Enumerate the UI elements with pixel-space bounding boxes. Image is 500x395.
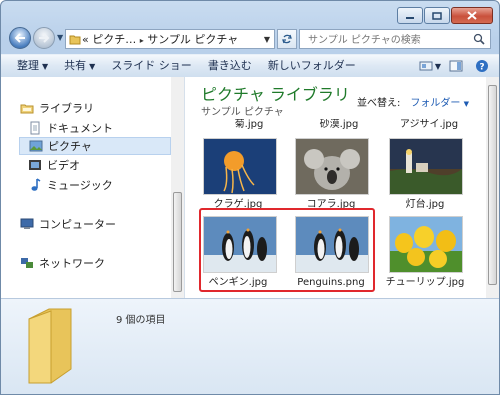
change-view-button[interactable]: ▼ [419, 57, 441, 75]
nav-network[interactable]: ネットワーク [19, 254, 189, 272]
forward-button[interactable] [33, 27, 55, 49]
command-bar: 整理 ▼ 共有 ▼ スライド ショー 書き込む 新しいフォルダー ▼ ? [1, 54, 499, 78]
nav-computer[interactable]: コンピューター [19, 215, 189, 233]
minimize-button[interactable] [397, 7, 423, 24]
pictures-icon [28, 139, 44, 153]
documents-icon [27, 121, 43, 135]
koala-thumbnail[interactable] [295, 138, 369, 195]
file-name-desert[interactable]: 砂漠.jpg [291, 119, 387, 129]
library-icon [19, 101, 35, 115]
content-scrollbar[interactable] [486, 77, 499, 298]
preview-pane-icon [449, 60, 463, 72]
recent-pages-arrow[interactable]: ▼ [57, 33, 63, 42]
minimize-icon [406, 16, 414, 19]
explorer-window: ▼ « ピクチ… ▸ サンプル ピクチャ ▼ 整理▼ 共有▼ スライド ショー … [0, 0, 500, 395]
nav-scrollbar-thumb[interactable] [173, 192, 182, 292]
search-box[interactable] [299, 29, 491, 49]
close-icon [467, 11, 477, 20]
folder-icon [69, 35, 81, 45]
organize-menu[interactable]: 整理 ▼ [9, 55, 56, 77]
slideshow-button[interactable]: スライド ショー [103, 55, 200, 77]
item-count: 9 個の項目 [116, 315, 166, 326]
maximize-button[interactable] [424, 7, 450, 24]
breadcrumb-pictures[interactable]: ピクチ… [92, 33, 136, 46]
close-button[interactable] [451, 7, 493, 24]
maximize-icon [432, 11, 442, 20]
address-dropdown-arrow[interactable]: ▼ [264, 35, 270, 44]
preview-pane-button[interactable] [445, 57, 467, 75]
new-folder-button[interactable]: 新しいフォルダー [260, 55, 364, 77]
search-icon [473, 33, 485, 45]
address-bar-row: ▼ « ピクチ… ▸ サンプル ピクチャ ▼ [1, 27, 499, 53]
dropdown-arrow-icon: ▼ [463, 100, 469, 108]
svg-text:?: ? [479, 63, 484, 73]
dropdown-arrow-icon: ▼ [434, 61, 441, 71]
library-subtitle: サンプル ピクチャ [201, 107, 284, 118]
selection-highlight [199, 208, 375, 292]
tulips-thumbnail[interactable] [389, 216, 463, 273]
file-list-pane: ピクチャ ライブラリ サンプル ピクチャ 並べ替え: フォルダー ▼ 菊.jpg … [185, 77, 499, 298]
help-icon: ? [476, 60, 488, 73]
navigation-pane: ライブラリ ドキュメント ピクチャ ビデオ ミュージック コンピューター ネット… [1, 77, 185, 298]
file-name-hydrangeas[interactable]: アジサイ.jpg [381, 119, 477, 129]
refresh-icon [282, 34, 292, 44]
nav-scrollbar[interactable] [171, 77, 184, 298]
file-name-tulips[interactable]: チューリップ.jpg [377, 276, 473, 289]
search-input[interactable] [306, 31, 474, 49]
forward-arrow-icon [39, 33, 50, 43]
help-button[interactable]: ? [471, 57, 493, 75]
lighthouse-thumbnail[interactable] [389, 138, 463, 195]
folder-icon [28, 308, 72, 384]
address-chevrons[interactable]: « [82, 33, 89, 46]
computer-icon [19, 217, 35, 231]
breadcrumb-sample-pictures[interactable]: サンプル ピクチャ [147, 33, 238, 46]
burn-button[interactable]: 書き込む [200, 55, 260, 77]
refresh-button[interactable] [277, 29, 297, 49]
videos-icon [27, 158, 43, 172]
network-icon [19, 256, 35, 270]
jellyfish-thumbnail[interactable] [203, 138, 277, 195]
back-arrow-icon [14, 33, 25, 43]
arrange-by-dropdown[interactable]: フォルダー ▼ [410, 98, 469, 109]
caption-buttons [396, 7, 493, 24]
address-box[interactable]: « ピクチ… ▸ サンプル ピクチャ ▼ [65, 29, 275, 49]
view-icon [419, 61, 433, 71]
dropdown-arrow-icon: ▼ [42, 62, 49, 71]
nav-pictures[interactable]: ピクチャ [19, 137, 171, 155]
back-button[interactable] [9, 27, 31, 49]
file-name-lighthouse[interactable]: 灯台.jpg [377, 198, 473, 211]
dropdown-arrow-icon: ▼ [89, 62, 96, 71]
file-name-chrysanthemum[interactable]: 菊.jpg [201, 119, 297, 129]
music-icon [27, 178, 43, 192]
arrange-by: 並べ替え: フォルダー ▼ [357, 98, 469, 109]
details-pane: 9 個の項目 [1, 298, 499, 394]
share-menu[interactable]: 共有 ▼ [56, 55, 103, 77]
nav-libraries[interactable]: ライブラリ [19, 99, 189, 117]
partial-row: 菊.jpg 砂漠.jpg アジサイ.jpg [185, 119, 485, 129]
library-title: ピクチャ ライブラリ [201, 85, 350, 104]
content-scrollbar-thumb[interactable] [488, 85, 497, 285]
